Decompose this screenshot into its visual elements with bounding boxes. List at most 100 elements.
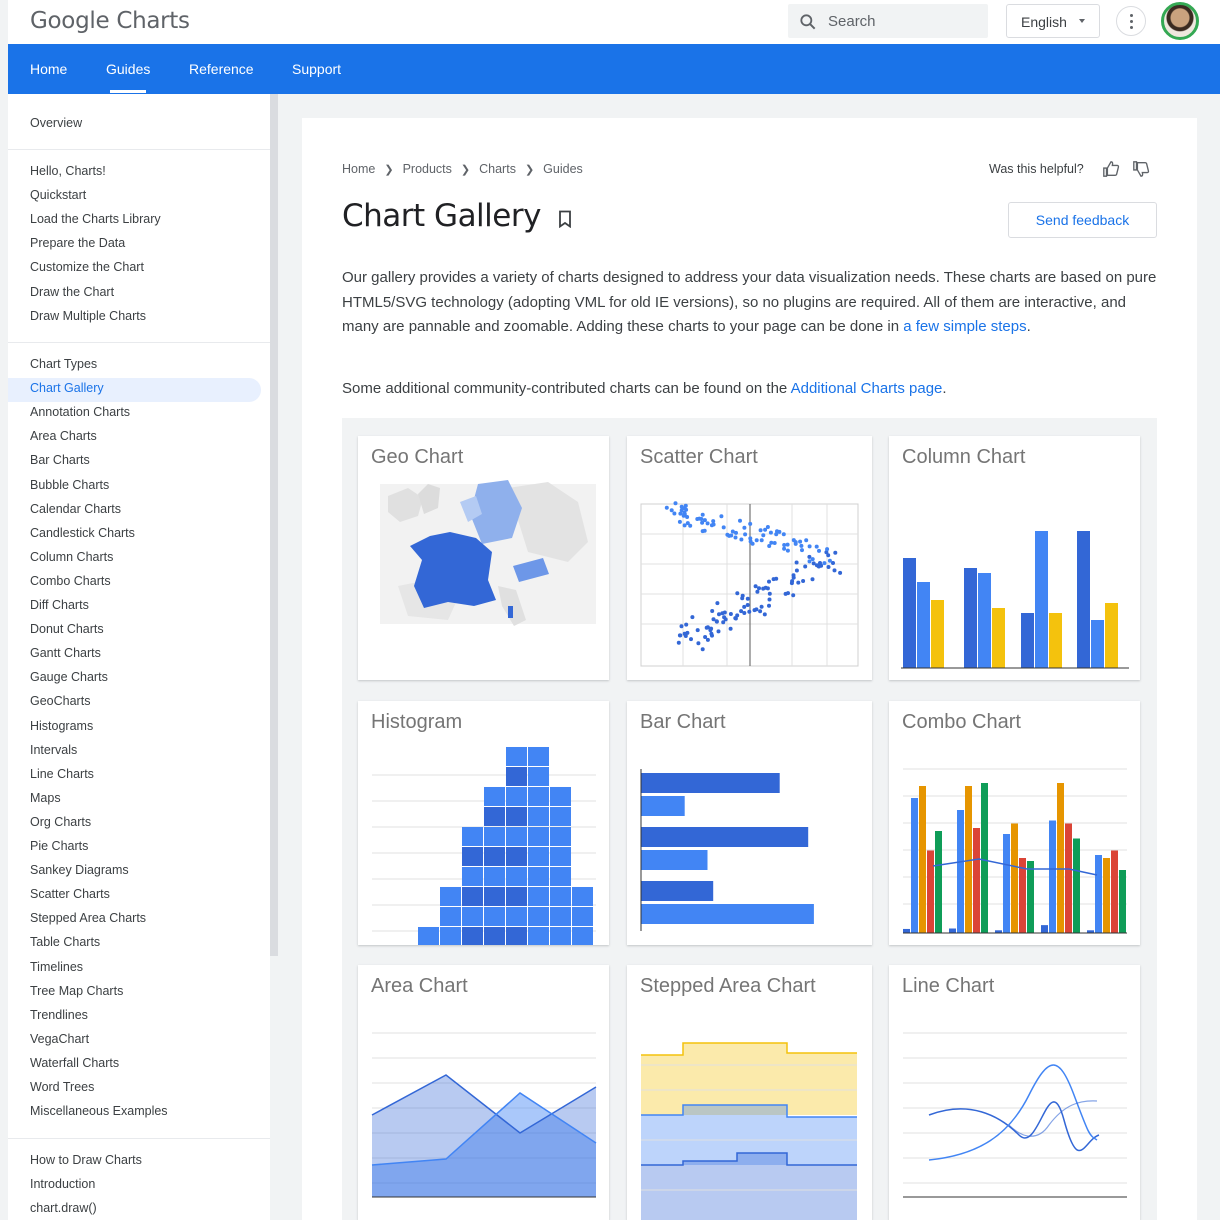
site-logo[interactable]: Google Charts [30, 8, 190, 34]
sidebar-item-intervals[interactable]: Intervals [30, 743, 77, 757]
breadcrumb-home[interactable]: Home [342, 162, 375, 176]
nav-support[interactable]: Support [292, 61, 341, 77]
sidebar-item-prepare-the-data[interactable]: Prepare the Data [30, 236, 125, 250]
sidebar-item-chart-draw[interactable]: chart.draw() [30, 1201, 97, 1215]
sidebar-item-calendar-charts[interactable]: Calendar Charts [30, 502, 121, 516]
sidebar-item-waterfall-charts[interactable]: Waterfall Charts [30, 1056, 119, 1070]
thumb-down-icon[interactable] [1132, 160, 1150, 178]
sidebar-item-sankey-diagrams[interactable]: Sankey Diagrams [30, 863, 129, 877]
sidebar-item-histograms[interactable]: Histograms [30, 719, 93, 733]
scatter-point [791, 538, 796, 543]
sidebar-item-diff-charts[interactable]: Diff Charts [30, 598, 89, 612]
column-chart-thumbnail [901, 531, 1129, 669]
sidebar-item-maps[interactable]: Maps [30, 791, 61, 805]
scatter-point [762, 612, 767, 617]
gallery-card-histogram[interactable]: Histogram [358, 701, 609, 945]
sidebar-item-timelines[interactable]: Timelines [30, 960, 83, 974]
sidebar-item-scatter-charts[interactable]: Scatter Charts [30, 887, 110, 901]
sidebar-item-line-charts[interactable]: Line Charts [30, 767, 94, 781]
gallery-card-area[interactable]: Area Chart [358, 965, 609, 1220]
histogram-cell [550, 827, 571, 846]
sidebar-item-stepped-area-charts[interactable]: Stepped Area Charts [30, 911, 146, 925]
sidebar-item-how-to-draw-charts[interactable]: How to Draw Charts [30, 1153, 142, 1167]
sidebar-item-draw-the-chart[interactable]: Draw the Chart [30, 285, 114, 299]
send-feedback-button[interactable]: Send feedback [1008, 202, 1157, 238]
gallery-card-title: Area Chart [371, 975, 468, 997]
sidebar-item-combo-charts[interactable]: Combo Charts [30, 574, 111, 588]
gallery-card-stepped[interactable]: Stepped Area Chart [627, 965, 872, 1220]
column-bar [903, 558, 916, 668]
breadcrumb-guides[interactable]: Guides [543, 162, 583, 176]
gallery-card-combo[interactable]: Combo Chart [889, 701, 1140, 945]
bookmark-icon[interactable] [558, 210, 572, 228]
combo-bar [1057, 783, 1064, 933]
histogram-cell [462, 827, 483, 846]
sidebar-item-table-charts[interactable]: Table Charts [30, 935, 100, 949]
sidebar-item-org-charts[interactable]: Org Charts [30, 815, 91, 829]
sidebar-item-introduction[interactable]: Introduction [30, 1177, 95, 1191]
search-icon [800, 14, 816, 30]
few-simple-steps-link[interactable]: a few simple steps [903, 318, 1026, 335]
scatter-point [704, 625, 709, 630]
sidebar-item-gauge-charts[interactable]: Gauge Charts [30, 670, 108, 684]
sidebar-item-trendlines[interactable]: Trendlines [30, 1008, 88, 1022]
scatter-point [754, 607, 759, 612]
sidebar-item-vegachart[interactable]: VegaChart [30, 1032, 89, 1046]
sidebar-item-customize-the-chart[interactable]: Customize the Chart [30, 260, 144, 274]
sidebar-item-pie-charts[interactable]: Pie Charts [30, 839, 88, 853]
sidebar-item-chart-gallery[interactable]: Chart Gallery [30, 381, 104, 395]
sidebar-scrollbar[interactable] [270, 94, 278, 956]
scatter-point [702, 528, 707, 533]
sidebar-item-hello-charts[interactable]: Hello, Charts! [30, 164, 106, 178]
sidebar-item-tree-map-charts[interactable]: Tree Map Charts [30, 984, 123, 998]
scatter-point [748, 536, 753, 541]
gallery-card-line[interactable]: Line Chart [889, 965, 1140, 1220]
scatter-point [768, 530, 773, 535]
gallery-card-bar[interactable]: Bar Chart [627, 701, 872, 945]
account-avatar[interactable] [1161, 2, 1199, 40]
nav-guides[interactable]: Guides [106, 61, 150, 93]
sidebar-item-bar-charts[interactable]: Bar Charts [30, 453, 90, 467]
histogram-cell [528, 747, 549, 766]
sidebar-item-load-the-charts-library[interactable]: Load the Charts Library [30, 212, 161, 226]
sidebar-item-column-charts[interactable]: Column Charts [30, 550, 113, 564]
scatter-point [759, 538, 764, 543]
sidebar-item-geocharts[interactable]: GeoCharts [30, 694, 90, 708]
sidebar-item-chart-types[interactable]: Chart Types [30, 357, 97, 371]
scatter-point [804, 538, 809, 543]
combo-bar [973, 828, 980, 933]
sidebar-item-gantt-charts[interactable]: Gantt Charts [30, 646, 101, 660]
sidebar-item-donut-charts[interactable]: Donut Charts [30, 622, 104, 636]
sidebar-item-quickstart[interactable]: Quickstart [30, 188, 86, 202]
sidebar-item-miscellaneous-examples[interactable]: Miscellaneous Examples [30, 1104, 168, 1118]
nav-reference[interactable]: Reference [189, 61, 254, 77]
scatter-point [739, 537, 744, 542]
sidebar-item-word-trees[interactable]: Word Trees [30, 1080, 94, 1094]
gallery-card-geo[interactable]: Geo Chart [358, 436, 609, 680]
scatter-point [750, 541, 755, 546]
sidebar-item-bubble-charts[interactable]: Bubble Charts [30, 478, 109, 492]
gallery-card-column[interactable]: Column Chart [889, 436, 1140, 680]
nav-home[interactable]: Home [30, 61, 67, 77]
language-select[interactable]: English [1006, 4, 1100, 38]
scatter-point [793, 541, 798, 546]
search-placeholder[interactable]: Search [828, 13, 876, 30]
combo-bar [911, 798, 918, 933]
combo-bar [1049, 820, 1056, 933]
scatter-point [782, 546, 787, 551]
additional-charts-link[interactable]: Additional Charts page [791, 380, 943, 397]
breadcrumb-products[interactable]: Products [403, 162, 452, 176]
sidebar-item-overview[interactable]: Overview [30, 116, 82, 130]
combo-bar [1041, 925, 1048, 933]
more-options-button[interactable] [1116, 6, 1146, 36]
sidebar-item-annotation-charts[interactable]: Annotation Charts [30, 405, 130, 419]
breadcrumb-charts[interactable]: Charts [479, 162, 516, 176]
sidebar-item-draw-multiple-charts[interactable]: Draw Multiple Charts [30, 309, 146, 323]
sidebar-item-candlestick-charts[interactable]: Candlestick Charts [30, 526, 135, 540]
thumb-up-icon[interactable] [1102, 160, 1120, 178]
scatter-point [695, 628, 700, 633]
gallery-card-scatter[interactable]: Scatter Chart [627, 436, 872, 680]
combo-bar [1003, 834, 1010, 933]
search-box[interactable]: Search [788, 4, 988, 38]
sidebar-item-area-charts[interactable]: Area Charts [30, 429, 97, 443]
